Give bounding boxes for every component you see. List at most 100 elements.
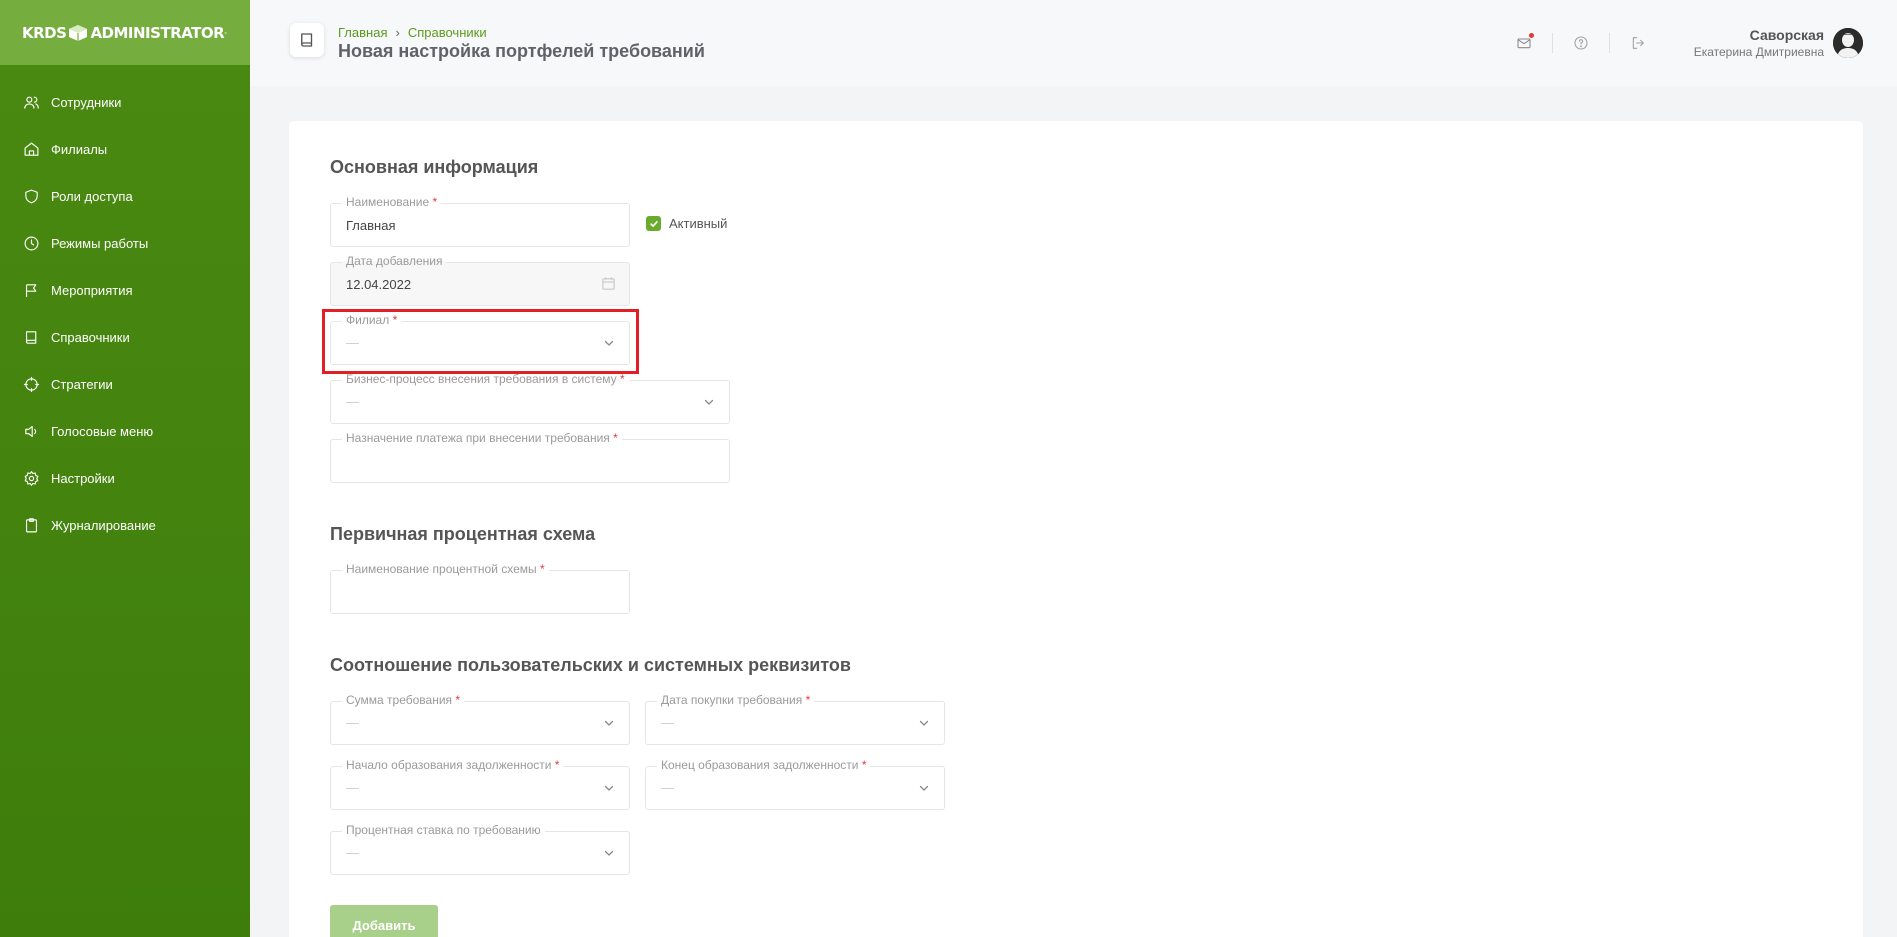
sidebar-item-events[interactable]: Мероприятия bbox=[0, 267, 250, 314]
section-title-mapping: Соотношение пользовательских и системных… bbox=[330, 655, 851, 675]
logout-button[interactable] bbox=[1610, 31, 1666, 55]
date-added-value: 12.04.2022 bbox=[346, 277, 412, 292]
select-placeholder: — bbox=[661, 780, 674, 795]
users-icon bbox=[24, 96, 39, 109]
sidebar-menu: Сотрудники Филиалы Роли доступа Режимы р… bbox=[0, 65, 250, 549]
sidebar-item-work-modes[interactable]: Режимы работы bbox=[0, 220, 250, 267]
cube-icon bbox=[69, 24, 88, 41]
page-icon bbox=[290, 23, 324, 57]
chevron-down-icon bbox=[604, 850, 614, 856]
app-logo[interactable]: KRDS ADMINISTRATOR bbox=[22, 23, 225, 42]
sidebar-item-label: Голосовые меню bbox=[51, 424, 154, 439]
chevron-down-icon bbox=[919, 720, 929, 726]
sidebar-item-logging[interactable]: Журналирование bbox=[0, 502, 250, 549]
user-avatar-icon bbox=[1833, 28, 1863, 58]
flag-icon bbox=[25, 284, 37, 297]
topbar: Главная › Справочники Новая настройка по… bbox=[250, 0, 1897, 86]
select-placeholder: — bbox=[346, 715, 359, 730]
book-icon bbox=[25, 331, 37, 344]
sidebar: KRDS ADMINISTRATOR Сотрудники Филиалы Ро… bbox=[0, 0, 250, 937]
add-button[interactable]: Добавить bbox=[330, 905, 438, 937]
interest-rate-select[interactable]: Процентная ставка по требованию — bbox=[330, 823, 630, 875]
logo-text-left: KRDS bbox=[22, 23, 67, 42]
interest-scheme-name-field[interactable]: Наименование процентной схемы * bbox=[330, 562, 630, 614]
logo-text-right: ADMINISTRATOR bbox=[90, 23, 225, 42]
form-card: Основная информация Наименование * Главн… bbox=[289, 121, 1863, 937]
clock-icon bbox=[24, 236, 39, 251]
crosshair-icon bbox=[23, 376, 40, 393]
breadcrumb-separator: › bbox=[395, 24, 400, 40]
select-placeholder: — bbox=[661, 715, 674, 730]
breadcrumb-directories[interactable]: Справочники bbox=[408, 25, 487, 40]
sidebar-item-employees[interactable]: Сотрудники bbox=[0, 79, 250, 126]
arrow-left-icon[interactable] bbox=[224, 25, 228, 41]
sidebar-item-directories[interactable]: Справочники bbox=[0, 314, 250, 361]
sidebar-item-voice-menus[interactable]: Голосовые меню bbox=[0, 408, 250, 455]
field-label: Конец образования задолженности * bbox=[657, 758, 871, 772]
sidebar-item-label: Сотрудники bbox=[51, 95, 122, 110]
check-icon bbox=[649, 220, 658, 227]
chevron-down-icon bbox=[919, 785, 929, 791]
sidebar-item-label: Режимы работы bbox=[51, 236, 149, 251]
sidebar-item-label: Справочники bbox=[51, 330, 130, 345]
active-checkbox[interactable]: Активный bbox=[646, 216, 727, 231]
select-placeholder: — bbox=[346, 845, 359, 860]
sidebar-item-strategies[interactable]: Стратегии bbox=[0, 361, 250, 408]
field-label: Назначение платежа при внесении требован… bbox=[342, 431, 622, 445]
sidebar-item-settings[interactable]: Настройки bbox=[0, 455, 250, 502]
speaker-icon bbox=[25, 425, 37, 438]
shield-icon bbox=[25, 189, 38, 204]
sidebar-item-access-roles[interactable]: Роли доступа bbox=[0, 173, 250, 220]
sidebar-item-label: Мероприятия bbox=[51, 283, 133, 298]
chevron-down-icon bbox=[604, 720, 614, 726]
chevron-down-icon bbox=[704, 399, 714, 405]
sidebar-header: KRDS ADMINISTRATOR bbox=[0, 0, 250, 65]
field-label: Начало образования задолженности * bbox=[342, 758, 564, 772]
purchase-date-select[interactable]: Дата покупки требования * — bbox=[645, 693, 945, 745]
breadcrumb-home[interactable]: Главная bbox=[338, 25, 387, 40]
active-label: Активный bbox=[669, 216, 728, 231]
name-input-value: Главная bbox=[346, 218, 396, 233]
title-block: Главная › Справочники Новая настройка по… bbox=[338, 25, 705, 62]
select-placeholder: — bbox=[346, 780, 359, 795]
calendar-icon bbox=[602, 277, 615, 290]
claim-amount-select[interactable]: Сумма требования * — bbox=[330, 693, 630, 745]
notification-dot bbox=[1528, 33, 1534, 38]
user-info[interactable]: Саворская Екатерина Дмитриевна bbox=[1694, 27, 1824, 59]
sidebar-item-label: Журналирование bbox=[51, 518, 156, 533]
field-label: Наименование * bbox=[342, 195, 442, 209]
sidebar-item-label: Настройки bbox=[51, 471, 115, 486]
clipboard-icon bbox=[25, 518, 38, 533]
field-label: Сумма требования * bbox=[342, 693, 465, 707]
field-label: Процентная ставка по требованию bbox=[342, 823, 545, 837]
business-process-select[interactable]: Бизнес-процесс внесения требования в сис… bbox=[330, 372, 730, 424]
date-added-field: Дата добавления 12.04.2022 bbox=[330, 254, 630, 306]
select-placeholder: — bbox=[346, 394, 359, 409]
sidebar-item-label: Роли доступа bbox=[51, 189, 133, 204]
field-label: Дата добавления bbox=[342, 254, 447, 268]
user-given-name: Екатерина Дмитриевна bbox=[1693, 45, 1824, 59]
book-icon bbox=[301, 33, 313, 47]
help-button[interactable] bbox=[1553, 31, 1609, 55]
highlight-box bbox=[322, 309, 639, 374]
avatar[interactable] bbox=[1833, 28, 1863, 58]
debt-start-select[interactable]: Начало образования задолженности * — bbox=[330, 758, 630, 810]
checkbox-checked[interactable] bbox=[646, 216, 661, 231]
logout-icon bbox=[1632, 37, 1644, 49]
sidebar-item-label: Филиалы bbox=[51, 142, 108, 157]
section-title-interest: Первичная процентная схема bbox=[330, 524, 596, 544]
debt-end-select[interactable]: Конец образования задолженности * — bbox=[645, 758, 945, 810]
page-title: Новая настройка портфелей требований bbox=[338, 40, 705, 61]
user-surname: Саворская bbox=[1749, 27, 1824, 43]
messages-button[interactable] bbox=[1496, 31, 1552, 55]
breadcrumb: Главная › Справочники bbox=[338, 25, 705, 40]
top-actions: Саворская Екатерина Дмитриевна bbox=[1496, 27, 1863, 59]
sidebar-item-branches[interactable]: Филиалы bbox=[0, 126, 250, 173]
home-icon bbox=[24, 142, 39, 156]
help-icon bbox=[1574, 36, 1588, 50]
payment-purpose-field[interactable]: Назначение платежа при внесении требован… bbox=[330, 431, 730, 483]
name-field[interactable]: Наименование * Главная bbox=[330, 195, 630, 247]
sidebar-item-label: Стратегии bbox=[51, 377, 113, 392]
chevron-down-icon bbox=[604, 785, 614, 791]
field-label: Бизнес-процесс внесения требования в сис… bbox=[342, 372, 629, 386]
